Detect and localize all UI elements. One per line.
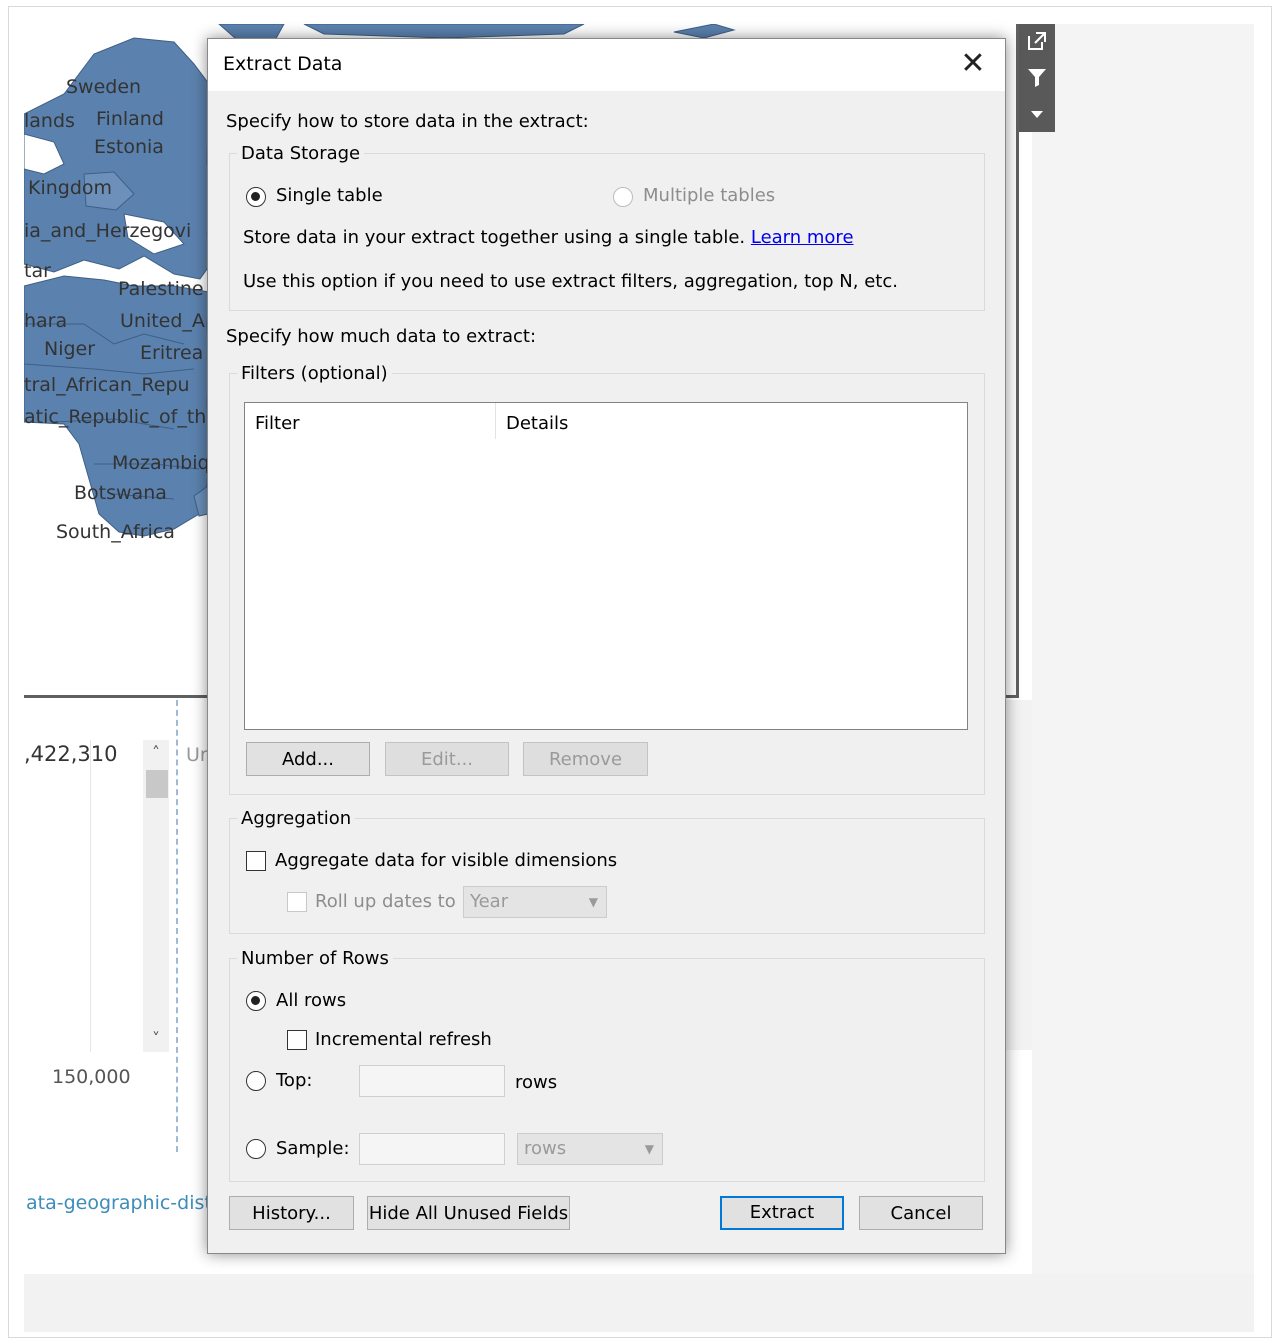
storage-prompt: Specify how to store data in the extract…	[226, 111, 589, 132]
close-icon[interactable]: ✕	[955, 47, 991, 83]
aggregate-label[interactable]: Aggregate data for visible dimensions	[275, 850, 617, 871]
reference-line	[176, 700, 178, 1152]
rollup-select[interactable]: Year ▼	[463, 886, 607, 918]
single-table-radio[interactable]	[246, 187, 266, 207]
rollup-label[interactable]: Roll up dates to	[315, 891, 456, 912]
dialog-titlebar: Extract Data ✕	[208, 39, 1005, 91]
partial-label: Ur	[186, 744, 208, 766]
right-panel	[1032, 24, 1254, 1274]
incremental-refresh-label[interactable]: Incremental refresh	[315, 1029, 492, 1050]
total-value: ,422,310	[24, 742, 118, 766]
storage-note: Use this option if you need to use extra…	[243, 271, 898, 292]
map-label: Niger	[44, 338, 96, 360]
sample-input[interactable]	[359, 1133, 505, 1165]
all-rows-label[interactable]: All rows	[276, 990, 346, 1011]
storage-description: Store data in your extract together usin…	[243, 227, 854, 248]
map-label: tral_African_Repu	[24, 374, 190, 396]
map-label: atic_Republic_of_th	[24, 406, 207, 428]
aggregate-checkbox[interactable]	[246, 851, 266, 871]
filters-list[interactable]: Filter Details	[244, 402, 968, 730]
extract-data-dialog: Extract Data ✕ Specify how to store data…	[207, 38, 1006, 1254]
sample-radio[interactable]	[246, 1139, 266, 1159]
edit-filter-button[interactable]: Edit...	[385, 742, 509, 776]
chevron-down-icon: ▼	[644, 1142, 654, 1156]
sample-label[interactable]: Sample:	[276, 1138, 350, 1159]
filters-title: Filters (optional)	[237, 363, 392, 384]
map-label: ia_and_Herzegovi	[24, 220, 192, 242]
top-input[interactable]	[359, 1065, 505, 1097]
map-label: South_Africa	[56, 521, 175, 543]
bottom-worksheet-edge	[1004, 700, 1032, 1050]
map-label: Estonia	[94, 136, 164, 158]
amount-prompt: Specify how much data to extract:	[226, 326, 537, 347]
external-link-icon[interactable]	[1019, 24, 1055, 63]
map-label: United_A	[120, 310, 205, 332]
grid-line	[90, 740, 91, 1052]
map-label: Kingdom	[28, 177, 113, 199]
map-label: Sweden	[66, 76, 142, 98]
top-radio[interactable]	[246, 1071, 266, 1091]
data-storage-title: Data Storage	[237, 143, 365, 164]
viz-toolbar	[1019, 24, 1055, 132]
history-button[interactable]: History...	[229, 1196, 354, 1230]
all-rows-radio[interactable]	[246, 991, 266, 1011]
bottom-strip	[24, 1274, 1254, 1332]
column-divider	[495, 403, 496, 439]
dropdown-arrow-icon[interactable]	[1019, 96, 1055, 130]
source-link[interactable]: ata-geographic-dist	[26, 1192, 212, 1214]
rows-title: Number of Rows	[237, 948, 393, 969]
add-filter-button[interactable]: Add...	[246, 742, 370, 776]
aggregation-group	[229, 818, 985, 934]
storage-description-text: Store data in your extract together usin…	[243, 227, 746, 248]
map-label: tar	[24, 260, 51, 282]
dialog-title: Extract Data	[223, 53, 343, 75]
map-label: lands	[24, 110, 75, 132]
sample-unit-value: rows	[524, 1138, 567, 1159]
learn-more-link[interactable]: Learn more	[751, 227, 854, 248]
map-label: Eritrea	[140, 342, 204, 364]
map-label: Mozambiq	[112, 452, 210, 474]
aggregation-title: Aggregation	[237, 808, 356, 829]
single-table-label[interactable]: Single table	[276, 185, 383, 206]
scroll-up-icon[interactable]: ˄	[143, 740, 169, 766]
map-label: Finland	[96, 108, 164, 130]
remove-filter-button[interactable]: Remove	[523, 742, 648, 776]
extract-button[interactable]: Extract	[720, 1196, 844, 1230]
rollup-checkbox[interactable]	[287, 892, 307, 912]
rollup-select-value: Year	[470, 891, 509, 912]
multiple-tables-label[interactable]: Multiple tables	[643, 185, 775, 206]
hide-unused-fields-button[interactable]: Hide All Unused Fields	[367, 1196, 570, 1230]
scroll-down-icon[interactable]: ˅	[143, 1026, 169, 1052]
top-rows-suffix: rows	[515, 1072, 558, 1093]
sample-unit-select[interactable]: rows ▼	[517, 1133, 663, 1165]
details-column-header[interactable]: Details	[506, 413, 568, 434]
filter-column-header[interactable]: Filter	[255, 413, 300, 434]
cancel-button[interactable]: Cancel	[859, 1196, 983, 1230]
multiple-tables-radio[interactable]	[613, 187, 633, 207]
top-label[interactable]: Top:	[276, 1070, 312, 1091]
map-label: Palestine	[118, 278, 204, 300]
map-label: hara	[24, 310, 68, 332]
chevron-down-icon: ▼	[588, 895, 598, 909]
incremental-refresh-checkbox[interactable]	[287, 1030, 307, 1050]
map-label: Botswana	[74, 482, 167, 504]
axis-tick-label: 150,000	[52, 1066, 131, 1088]
filter-icon[interactable]	[1019, 60, 1055, 99]
scrollbar-thumb[interactable]	[146, 770, 168, 798]
